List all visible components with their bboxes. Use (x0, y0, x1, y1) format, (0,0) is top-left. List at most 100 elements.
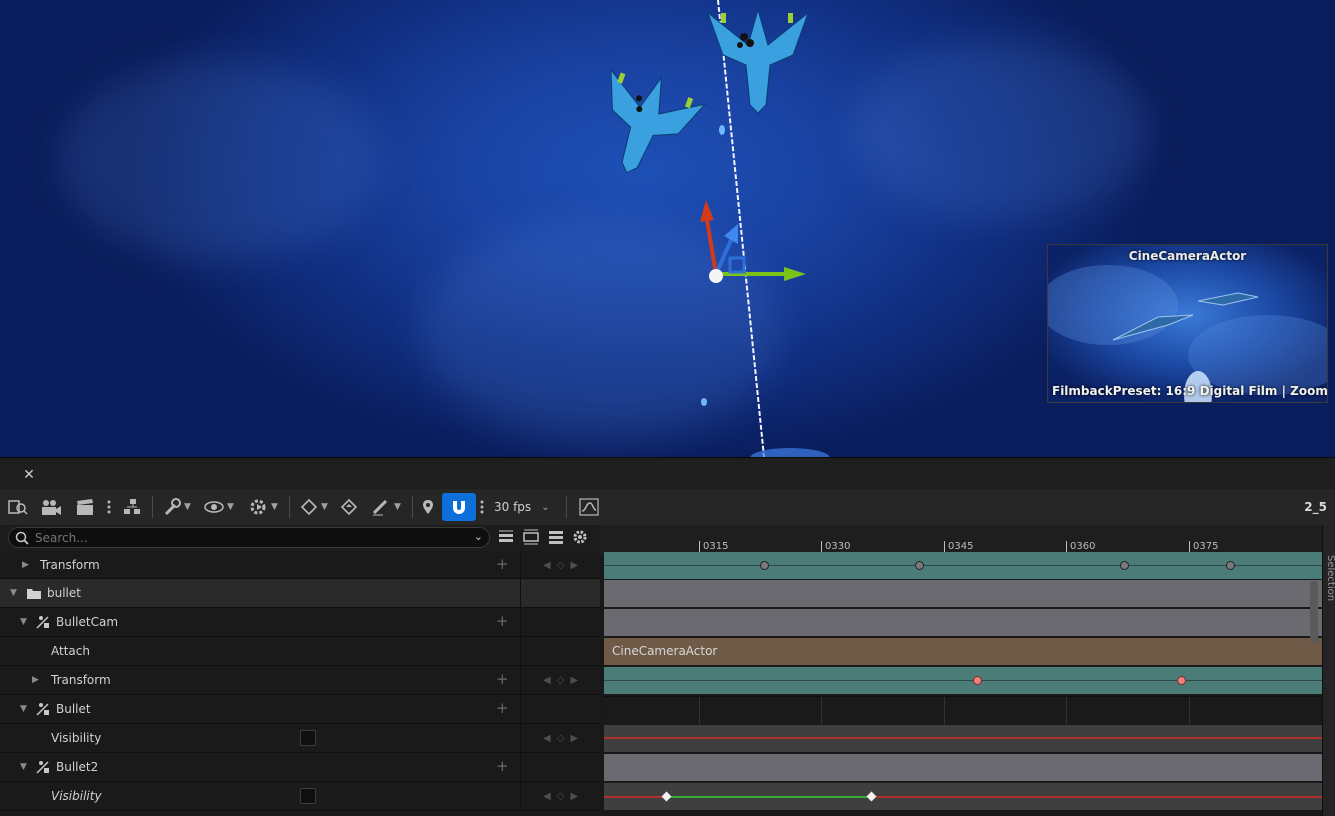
actor-icon (36, 761, 49, 774)
jet-aircraft (610, 68, 707, 174)
add-track-icon[interactable]: + (496, 557, 509, 572)
view-options-dropdown[interactable]: ▼ (197, 493, 241, 521)
camera-icon[interactable] (34, 493, 68, 521)
close-icon[interactable]: ✕ (20, 467, 38, 483)
add-track-icon[interactable]: + (496, 701, 509, 716)
visibility-track-section[interactable] (604, 725, 1322, 752)
add-key-icon[interactable]: ◇ (557, 675, 565, 686)
previous-key-icon[interactable]: ◀ (543, 560, 551, 571)
folder-track-lane (604, 580, 1322, 607)
selection-side-tab[interactable]: Selection (1322, 525, 1335, 816)
hierarchy-icon[interactable] (116, 493, 148, 521)
folder-row-bullet[interactable]: ▼ bullet (0, 579, 600, 608)
next-key-icon[interactable]: ▶ (570, 560, 578, 571)
toolbar-divider (565, 496, 567, 518)
keyframe[interactable] (1177, 676, 1186, 685)
add-key-icon[interactable]: ◇ (557, 791, 565, 802)
attach-section-label: CineCameraActor (612, 644, 718, 658)
chevron-down-icon: ▼ (321, 502, 328, 512)
camera-preview-panel: CineCameraActor FilmbackPreset: 16:9 Dig… (1047, 244, 1328, 403)
visibility-checkbox[interactable] (300, 788, 316, 804)
sequencer-outliner: ▶ Transform + ◀ ◇ ▶ ▼ bullet ▼ BulletCam +… (0, 551, 600, 816)
collapse-arrow-icon[interactable]: ▼ (20, 704, 32, 714)
track-label: BulletCam (56, 615, 119, 629)
search-box[interactable]: ⌄ (8, 527, 490, 548)
camera-preview-image (1048, 265, 1327, 402)
collapse-arrow-icon[interactable]: ▼ (20, 762, 32, 772)
actor-icon (36, 616, 49, 629)
track-label: Visibility (51, 731, 102, 745)
next-key-icon[interactable]: ▶ (570, 733, 578, 744)
keyframe[interactable] (760, 561, 769, 570)
add-key-icon[interactable]: ◇ (557, 733, 565, 744)
track-row-visibility[interactable]: Visibility ◀ ◇ ▶ (0, 782, 600, 811)
keyframe[interactable] (1226, 561, 1235, 570)
add-track-icon[interactable]: + (496, 759, 509, 774)
add-key-icon[interactable]: ◇ (557, 560, 565, 571)
track-row-transform[interactable]: ▶ Transform + ◀ ◇ ▶ (0, 551, 600, 579)
wrench-icon (164, 498, 182, 516)
frame-rate-dropdown[interactable]: 30 fps ⌄ (488, 500, 556, 514)
expand-arrow-icon[interactable]: ▶ (22, 560, 34, 570)
actor-row-bullet[interactable]: ▼ Bullet + (0, 695, 600, 724)
vertical-scrollbar[interactable] (1310, 581, 1318, 643)
sequencer-timeline[interactable]: 0315 0330 0345 0360 0375 CineCameraActor (600, 525, 1335, 816)
previous-key-icon[interactable]: ◀ (543, 733, 551, 744)
expand-row-icon[interactable] (522, 529, 540, 545)
previous-key-icon[interactable]: ◀ (543, 675, 551, 686)
chevron-down-icon: ▼ (394, 502, 401, 512)
collapse-all-icon[interactable] (497, 529, 515, 545)
collapse-arrow-icon[interactable]: ▼ (10, 588, 22, 598)
time-ruler[interactable]: 0315 0330 0345 0360 0375 (600, 525, 1322, 555)
side-tab-label: Selection (1325, 555, 1335, 602)
previous-key-icon[interactable]: ◀ (543, 791, 551, 802)
keyframe[interactable] (915, 561, 924, 570)
collapse-arrow-icon[interactable]: ▼ (20, 617, 32, 627)
location-pin-icon[interactable] (417, 493, 439, 521)
next-key-icon[interactable]: ▶ (570, 675, 578, 686)
keyframe[interactable] (973, 676, 982, 685)
keyframe[interactable] (866, 791, 877, 802)
track-row-attach[interactable]: Attach (0, 637, 600, 666)
attach-track-section[interactable]: CineCameraActor (604, 638, 1322, 665)
transform-track-section[interactable] (604, 667, 1322, 694)
snap-toggle-button[interactable] (442, 493, 476, 521)
expand-arrow-icon[interactable]: ▶ (32, 675, 44, 685)
add-track-icon[interactable]: + (496, 672, 509, 687)
sequencer-toolbar: ▼ ▼ ▼ ▼ ▼ 30 fps ⌄ 2_5 (0, 489, 1335, 525)
gear-play-icon (250, 499, 266, 515)
track-row-visibility[interactable]: Visibility ◀ ◇ ▶ (0, 724, 600, 753)
transform-track-section[interactable] (604, 552, 1322, 579)
track-row-transform[interactable]: ▶ Transform + ◀ ◇ ▶ (0, 666, 600, 695)
actor-row-bullet2[interactable]: ▼ Bullet2 + (0, 753, 600, 782)
more-options-icon[interactable] (102, 493, 116, 521)
actor-row-bulletcam[interactable]: ▼ BulletCam + (0, 608, 600, 637)
chevron-down-icon: ⌄ (541, 501, 550, 513)
edit-options-dropdown[interactable]: ▼ (364, 493, 408, 521)
tools-dropdown[interactable]: ▼ (157, 493, 197, 521)
world-browse-icon[interactable] (2, 493, 34, 521)
curve-editor-icon[interactable] (571, 493, 607, 521)
key-navigation: ◀ ◇ ▶ (520, 666, 600, 694)
search-icon (15, 531, 29, 545)
visibility-track-section[interactable] (604, 783, 1322, 810)
magnet-icon (453, 501, 465, 514)
key-navigation (520, 637, 600, 665)
clapperboard-icon[interactable] (68, 493, 102, 521)
snap-options-icon[interactable] (476, 493, 488, 521)
key-navigation (520, 695, 600, 723)
keyframe[interactable] (1120, 561, 1129, 570)
playback-options-dropdown[interactable]: ▼ (241, 493, 285, 521)
auto-key-icon[interactable] (334, 493, 364, 521)
level-viewport[interactable]: CineCameraActor FilmbackPreset: 16:9 Dig… (0, 0, 1335, 457)
list-view-icon[interactable] (547, 529, 565, 545)
keyframe[interactable] (661, 791, 672, 802)
next-key-icon[interactable]: ▶ (570, 791, 578, 802)
add-track-icon[interactable]: + (496, 614, 509, 629)
visibility-checkbox[interactable] (300, 730, 316, 746)
settings-gear-icon[interactable] (572, 529, 588, 545)
chevron-down-icon[interactable]: ⌄ (474, 530, 483, 543)
chevron-down-icon: ▼ (184, 502, 191, 512)
key-options-dropdown[interactable]: ▼ (294, 493, 334, 521)
search-input[interactable] (35, 530, 455, 545)
